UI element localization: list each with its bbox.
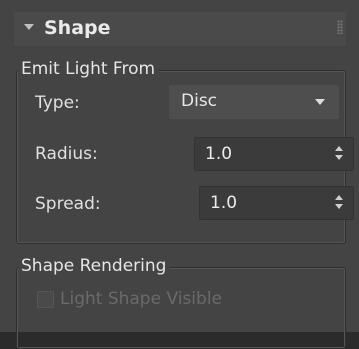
radius-value[interactable]: 1.0	[205, 144, 232, 164]
type-dropdown[interactable]: Disc	[169, 85, 339, 119]
spinner-up-icon[interactable]	[335, 146, 343, 151]
spread-value[interactable]: 1.0	[210, 193, 237, 213]
radius-label: Radius:	[35, 144, 98, 164]
spread-spinner[interactable]: 1.0	[199, 186, 354, 220]
radius-spinner[interactable]: 1.0	[194, 137, 354, 171]
collapse-arrow-icon[interactable]	[24, 24, 34, 30]
emit-light-group-title: Emit Light From	[19, 58, 160, 80]
light-shape-visible-checkbox[interactable]	[37, 291, 54, 308]
shape-rendering-group-title: Shape Rendering	[19, 255, 171, 277]
spinner-down-icon[interactable]	[335, 155, 343, 160]
type-dropdown-value: Disc	[181, 91, 218, 111]
spinner-down-icon[interactable]	[335, 204, 343, 209]
type-label: Type:	[35, 93, 80, 113]
dropdown-caret-icon	[315, 99, 325, 105]
spinner-arrows-icon[interactable]	[335, 146, 343, 162]
spinner-up-icon[interactable]	[335, 195, 343, 200]
spread-label: Spread:	[35, 194, 101, 214]
rollout-title: Shape	[44, 17, 111, 39]
light-shape-visible-label: Light Shape Visible	[60, 289, 222, 309]
spinner-arrows-icon[interactable]	[335, 195, 343, 211]
drag-grip-icon[interactable]	[337, 20, 343, 34]
